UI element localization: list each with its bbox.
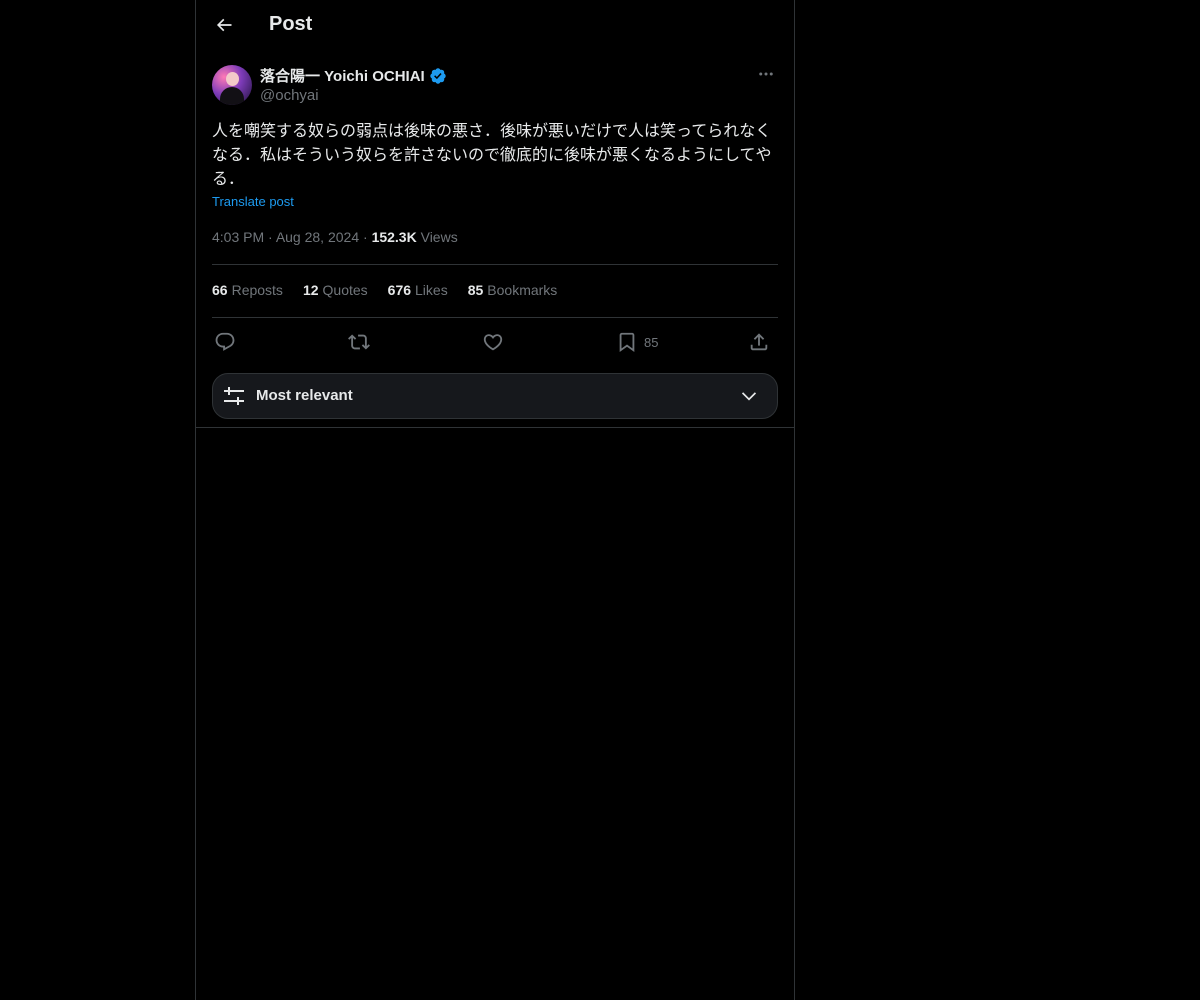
repost-icon — [348, 331, 370, 353]
reply-sort-dropdown[interactable]: Most relevant — [212, 373, 778, 419]
back-button[interactable] — [210, 13, 238, 41]
views-count: 152.3K — [371, 229, 417, 245]
verified-badge-icon — [429, 67, 447, 85]
views-label: Views — [420, 229, 458, 245]
post-header: Post — [196, 0, 794, 54]
post-column: Post 落合陽一 Yoichi OCHIAI @ochyai 人を嘲笑する奴ら… — [195, 0, 795, 1000]
likes-stat[interactable]: 676 Likes — [388, 282, 448, 302]
author-handle[interactable]: @ochyai — [260, 87, 319, 104]
tweet-time[interactable]: 4:03 PM — [212, 229, 264, 245]
tweet-meta: 4:03 PM · Aug 28, 2024 · 152.3K Views — [212, 229, 458, 245]
avatar[interactable] — [212, 65, 252, 105]
author-display-name: 落合陽一 Yoichi OCHIAI — [260, 68, 425, 85]
reposts-stat[interactable]: 66 Reposts — [212, 282, 283, 302]
author-block: 落合陽一 Yoichi OCHIAI @ochyai — [212, 64, 778, 106]
chevron-down-icon — [739, 386, 759, 410]
bookmark-button[interactable]: 85 — [616, 328, 658, 356]
share-button[interactable] — [748, 328, 770, 356]
bookmarks-stat[interactable]: 85 Bookmarks — [468, 282, 558, 302]
divider — [212, 317, 778, 318]
section-divider — [196, 427, 794, 428]
tweet-text: 人を嘲笑する奴らの弱点は後味の悪さ．後味が悪いだけで人は笑ってられなくなる．私は… — [212, 121, 772, 188]
quotes-stat[interactable]: 12 Quotes — [303, 282, 368, 302]
bookmark-count: 85 — [644, 334, 659, 350]
more-horizontal-icon — [757, 65, 775, 87]
bookmark-icon — [616, 331, 638, 353]
engagement-stats: 66 Reposts 12 Quotes 676 Likes 85 Bookmarks — [212, 282, 557, 302]
action-bar: 85 — [212, 328, 778, 356]
repost-button[interactable] — [348, 328, 370, 356]
sliders-icon — [223, 385, 245, 411]
divider — [212, 264, 778, 265]
heart-icon — [482, 331, 504, 353]
more-options-button[interactable] — [754, 64, 778, 88]
author-name[interactable]: 落合陽一 Yoichi OCHIAI — [260, 65, 447, 86]
share-icon — [748, 331, 770, 353]
tweet-date[interactable]: Aug 28, 2024 — [276, 229, 359, 245]
page-title: Post — [269, 13, 313, 35]
reply-button[interactable] — [214, 328, 236, 356]
arrow-left-icon — [214, 15, 234, 39]
like-button[interactable] — [482, 328, 504, 356]
translate-post-link[interactable]: Translate post — [212, 194, 294, 209]
sort-label: Most relevant — [256, 387, 353, 404]
reply-icon — [214, 331, 236, 353]
